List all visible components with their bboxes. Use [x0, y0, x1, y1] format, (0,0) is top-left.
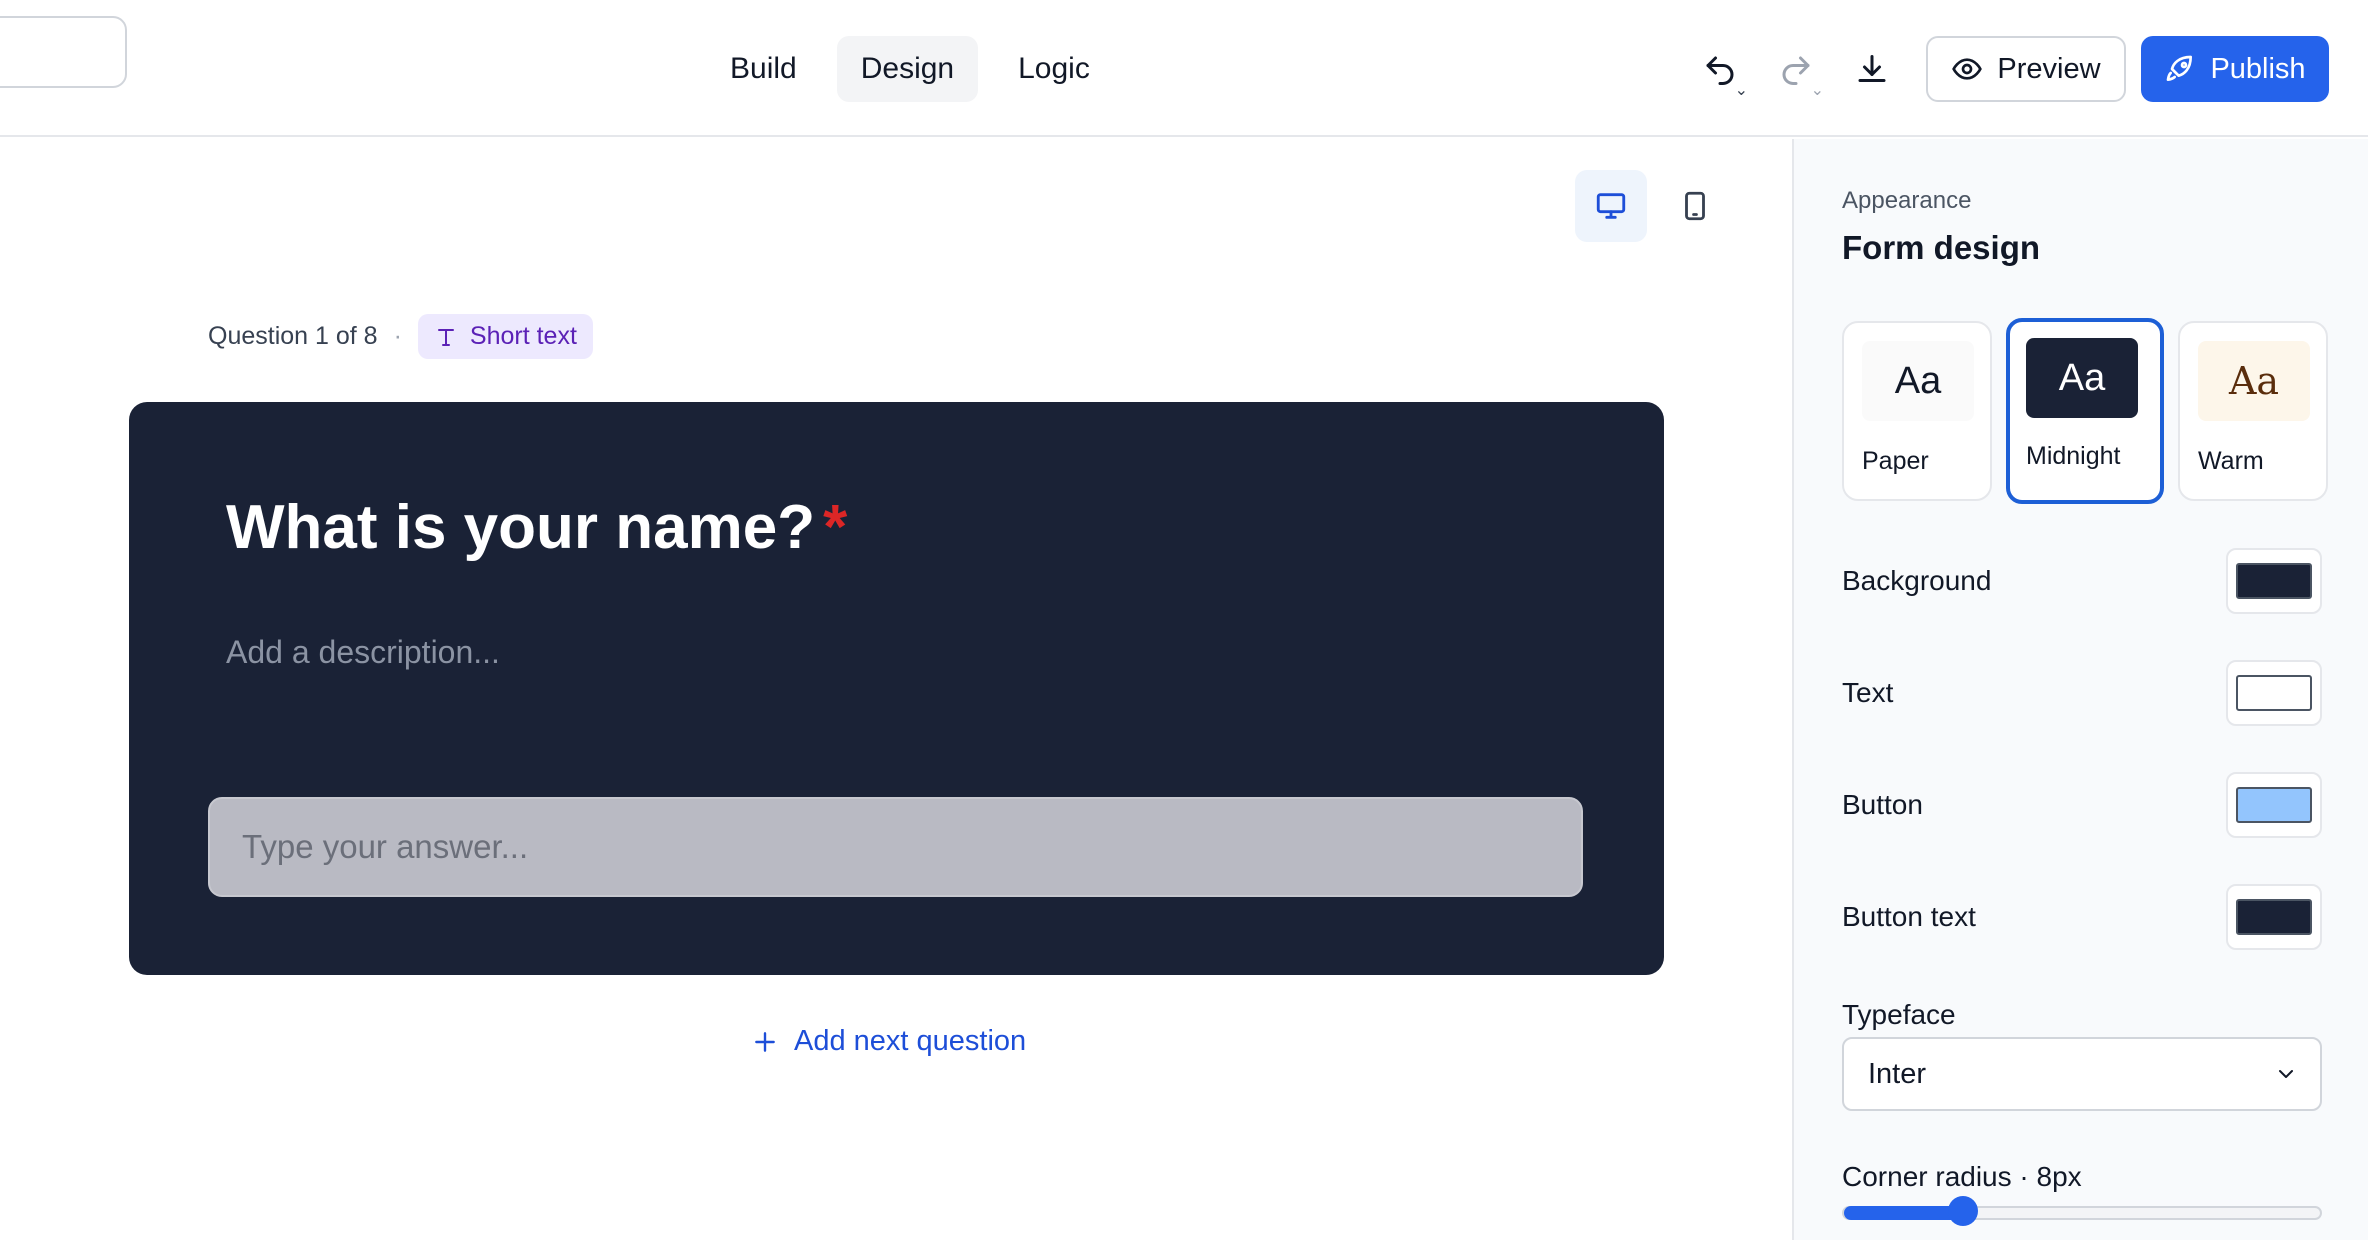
theme-warm[interactable]: Aa Warm — [2178, 321, 2328, 501]
redo-icon — [1782, 56, 1810, 85]
typeface-label: Typeface — [1842, 999, 1956, 1030]
description-placeholder[interactable]: Add a description... — [226, 634, 500, 671]
color-swatch — [2236, 563, 2312, 599]
answer-input[interactable]: Type your answer... — [208, 797, 1583, 897]
phone-icon — [1685, 191, 1705, 221]
text-type-icon — [437, 328, 454, 346]
publish-button[interactable]: Publish — [2141, 36, 2329, 102]
plus-icon — [755, 1031, 775, 1052]
form-canvas: Question 1 of 8 · Short text What is you… — [0, 139, 1792, 1240]
theme-preview-paper: Aa — [1862, 341, 1974, 421]
panel-title: Form design — [1842, 229, 2041, 266]
preview-button[interactable]: Preview — [1926, 36, 2126, 102]
tab-design[interactable]: Design — [836, 36, 979, 102]
theme-preview-midnight: Aa — [2026, 338, 2138, 418]
tab-logic[interactable]: Logic — [994, 36, 1114, 102]
button-color-row: Button — [1842, 770, 2322, 840]
preview-label: Preview — [1997, 52, 2101, 85]
color-label: Background — [1842, 565, 1992, 596]
eye-icon — [1952, 58, 1983, 80]
text-color-picker[interactable] — [2226, 660, 2322, 726]
color-swatch — [2236, 899, 2312, 935]
question-type-badge[interactable]: Short text — [417, 314, 593, 359]
color-label: Text — [1842, 677, 1894, 708]
chevron-down-icon[interactable]: ⌄ — [1811, 80, 1824, 100]
question-title-text[interactable]: What is your name? — [226, 493, 815, 562]
color-label: Button — [1842, 789, 1923, 820]
chevron-down-icon[interactable]: ⌄ — [1735, 80, 1748, 100]
tab-build[interactable]: Build — [706, 36, 821, 102]
mobile-view-button[interactable] — [1659, 170, 1731, 242]
answer-placeholder: Type your answer... — [242, 828, 529, 865]
button-color-picker[interactable] — [2226, 772, 2322, 838]
background-color-row: Background — [1842, 546, 2322, 616]
question-title[interactable]: What is your name? * — [226, 492, 847, 563]
theme-preview-warm: Aa — [2198, 341, 2310, 421]
add-next-question-button[interactable]: Add next question — [752, 1025, 1026, 1058]
theme-picker: Aa Paper Aa Midnight Aa Warm — [1842, 318, 2328, 504]
color-label: Button text — [1842, 901, 1976, 932]
panel-eyebrow: Appearance — [1842, 187, 1972, 214]
color-swatch — [2236, 787, 2312, 823]
desktop-view-button[interactable] — [1575, 170, 1647, 242]
theme-name: Warm — [2198, 447, 2264, 475]
toolbar-icons: ⌄ ⌄ — [1696, 46, 1896, 99]
theme-midnight[interactable]: Aa Midnight — [2006, 318, 2164, 504]
form-title-input[interactable] — [0, 16, 127, 88]
theme-paper[interactable]: Aa Paper — [1842, 321, 1992, 501]
question-meta: Question 1 of 8 · Short text — [208, 314, 593, 359]
required-mark: * — [823, 493, 848, 562]
background-color-picker[interactable] — [2226, 548, 2322, 614]
design-panel: Appearance Form design Aa Paper Aa Midni… — [1792, 139, 2368, 1240]
typeface-value: Inter — [1868, 1057, 1927, 1090]
theme-name: Paper — [1862, 447, 1929, 475]
slider-thumb[interactable] — [1948, 1196, 1978, 1226]
chevron-down-icon — [2279, 1070, 2293, 1078]
device-switch — [1575, 170, 1731, 242]
mode-tabs: Build Design Logic — [706, 36, 1114, 102]
add-next-label: Add next question — [794, 1025, 1027, 1057]
top-bar: Build Design Logic ⌄ ⌄ Preview Publish — [0, 0, 2368, 137]
text-color-row: Text — [1842, 658, 2322, 728]
corner-radius-label: Corner radius · 8px — [1842, 1161, 2082, 1192]
rocket-icon — [2167, 55, 2193, 81]
question-counter: Question 1 of 8 — [208, 322, 378, 350]
button-text-color-picker[interactable] — [2226, 884, 2322, 950]
button-text-color-row: Button text — [1842, 882, 2322, 952]
download-button[interactable] — [1848, 46, 1896, 94]
corner-radius-slider[interactable] — [1842, 1196, 2322, 1226]
question-type-label: Short text — [469, 322, 577, 350]
question-card: What is your name? * Add a description...… — [129, 402, 1664, 975]
download-icon — [1858, 55, 1886, 82]
undo-button[interactable]: ⌄ — [1696, 46, 1748, 99]
typeface-select[interactable]: Inter — [1842, 1037, 2322, 1111]
redo-button[interactable]: ⌄ — [1772, 46, 1824, 99]
theme-name: Midnight — [2026, 442, 2121, 470]
meta-separator: · — [393, 322, 402, 350]
slider-fill — [1844, 1206, 1963, 1220]
color-swatch — [2236, 675, 2312, 711]
monitor-icon — [1596, 193, 1626, 219]
undo-icon — [1706, 56, 1734, 85]
publish-label: Publish — [2210, 52, 2306, 85]
